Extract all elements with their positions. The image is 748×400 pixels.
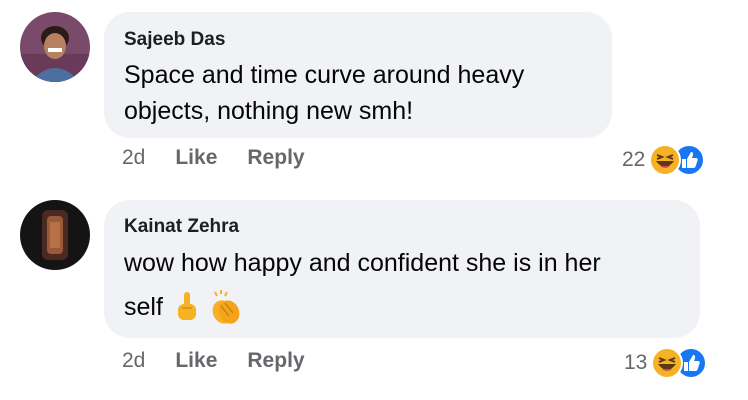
- reaction-icons: [651, 347, 709, 379]
- comment-actions: 2d Like Reply: [122, 349, 305, 373]
- comment-text-line-2: objects, nothing new smh!: [124, 97, 414, 125]
- reply-button[interactable]: Reply: [247, 146, 304, 170]
- haha-icon: [651, 347, 684, 379]
- reaction-summary[interactable]: 13: [624, 347, 709, 379]
- comment-text-line-1: wow how happy and confident she is in he…: [124, 249, 601, 277]
- comment-author[interactable]: Kainat Zehra: [124, 216, 239, 238]
- comment-text-line-1: Space and time curve around heavy: [124, 61, 525, 89]
- haha-icon: [649, 144, 682, 176]
- avatar-photo-icon: [20, 200, 90, 270]
- comment-text-line-2: self: [124, 288, 245, 326]
- comment-author[interactable]: Sajeeb Das: [124, 29, 225, 51]
- reaction-count: 13: [624, 351, 648, 374]
- like-button[interactable]: Like: [175, 146, 217, 170]
- avatar[interactable]: [20, 12, 90, 82]
- clapping-hands-icon: [212, 290, 240, 324]
- comment-bubble: Kainat Zehra wow how happy and confident…: [104, 200, 700, 338]
- comment-actions: 2d Like Reply: [122, 146, 305, 170]
- reaction-count: 22: [622, 148, 646, 171]
- avatar-photo-icon: [20, 12, 90, 82]
- point-up-hand-icon: [177, 292, 196, 320]
- reaction-icons: [649, 144, 707, 176]
- like-button[interactable]: Like: [175, 349, 217, 373]
- avatar[interactable]: [20, 200, 90, 270]
- reply-button[interactable]: Reply: [247, 349, 304, 373]
- comment-timestamp[interactable]: 2d: [122, 349, 145, 373]
- reaction-summary[interactable]: 22: [622, 144, 707, 176]
- comment-timestamp[interactable]: 2d: [122, 146, 145, 170]
- comment-text-word: self: [124, 293, 163, 321]
- comment-bubble: Sajeeb Das Space and time curve around h…: [104, 12, 612, 138]
